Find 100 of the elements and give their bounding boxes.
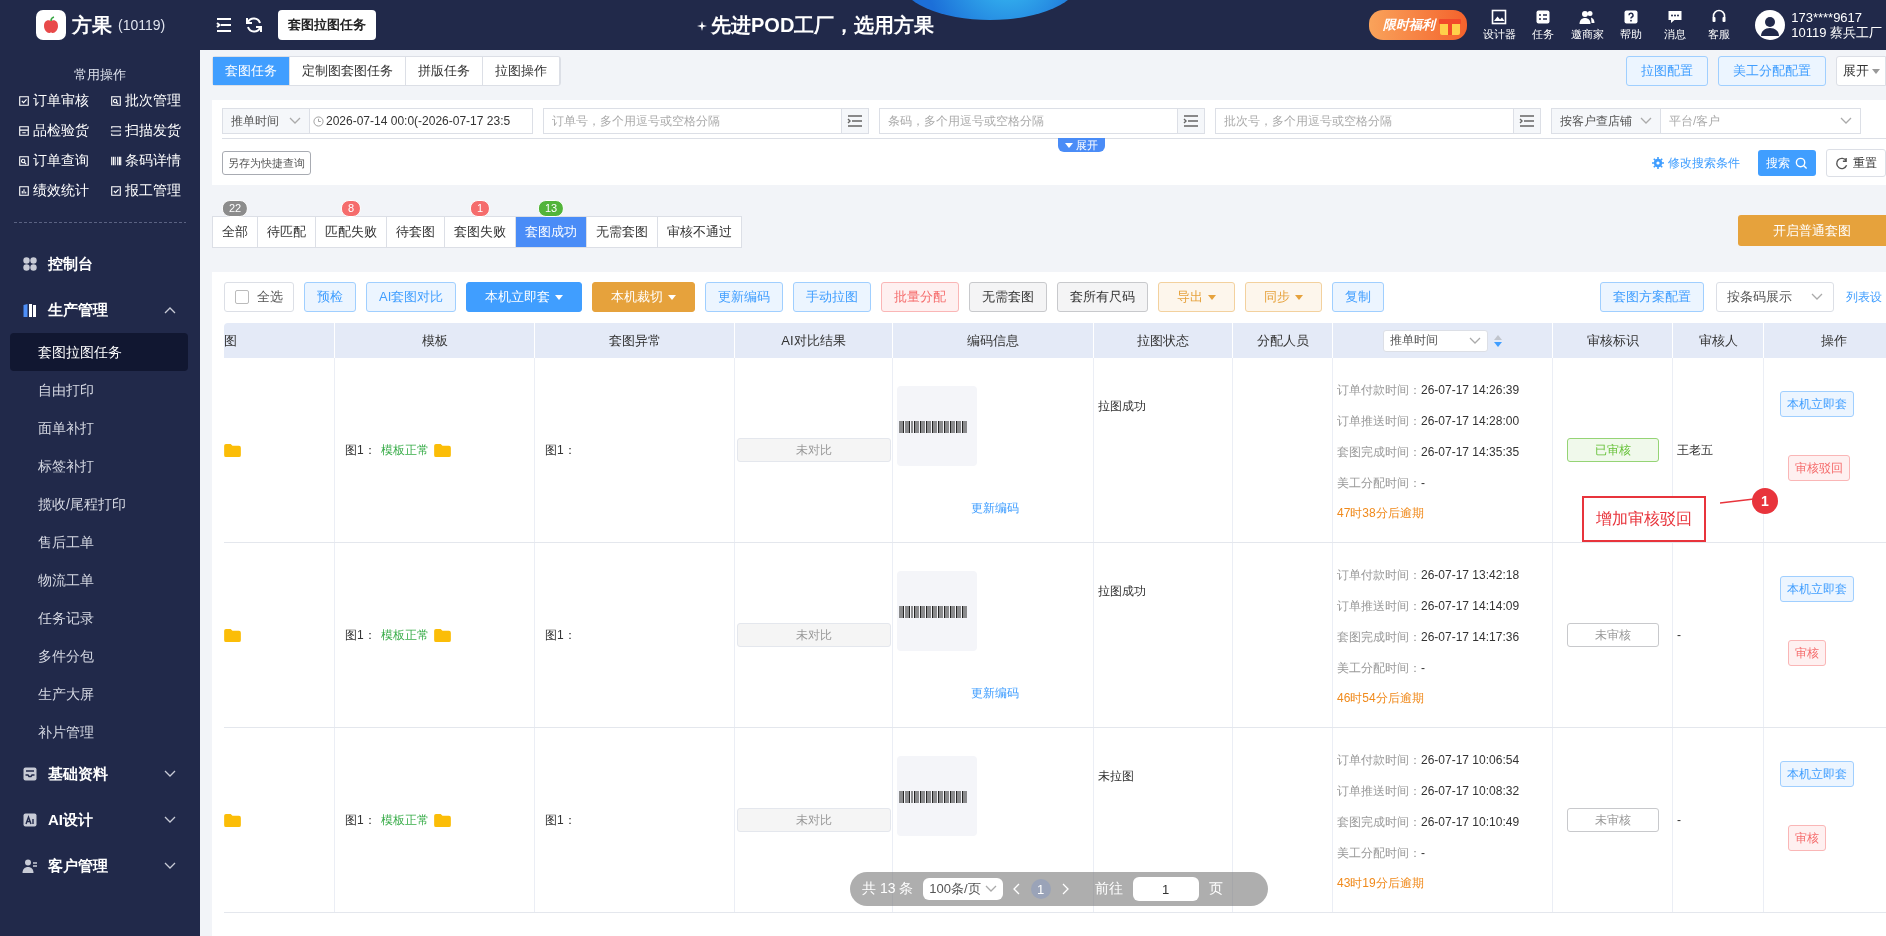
- menu-icon[interactable]: [214, 15, 234, 35]
- view-tab[interactable]: 拉图操作: [483, 57, 560, 85]
- folder-icon[interactable]: [433, 628, 451, 642]
- sparkle-icon: [697, 20, 707, 31]
- caret-icon: [668, 294, 677, 300]
- submenu-item[interactable]: 标签补打: [10, 447, 188, 485]
- folder-icon[interactable]: [224, 813, 241, 827]
- goto-page-field[interactable]: 1: [1132, 877, 1199, 901]
- help-icon: [1623, 8, 1640, 25]
- ai-result-badge: 未对比: [736, 438, 891, 462]
- menu-item[interactable]: AI设计: [0, 797, 200, 843]
- view-tab[interactable]: 定制图套图任务: [290, 57, 406, 85]
- barcode-icon: [110, 155, 122, 167]
- status-tab[interactable]: 全部: [213, 217, 257, 247]
- page-tab[interactable]: 套图拉图任务: [278, 10, 376, 40]
- submenu-item[interactable]: 套图拉图任务: [10, 333, 188, 371]
- count-badge: 13: [537, 200, 565, 217]
- apple-logo-icon: [36, 10, 66, 40]
- submenu-item[interactable]: 生产大屏: [10, 675, 188, 713]
- column-header: 模板: [421, 331, 448, 350]
- submenu-item[interactable]: 面单补打: [10, 409, 188, 447]
- save-query-button[interactable]: 另存为快捷查询: [222, 151, 311, 175]
- anomaly-text: 图1：: [545, 441, 576, 459]
- status-tab[interactable]: 套图失败: [445, 217, 515, 247]
- submenu-item[interactable]: 多件分包: [10, 637, 188, 675]
- menu-item[interactable]: 生产管理: [0, 287, 200, 333]
- quick-action[interactable]: 条码详情: [110, 152, 200, 170]
- caret-icon: [1065, 142, 1073, 148]
- checkbox-icon[interactable]: [235, 290, 249, 304]
- nav-item[interactable]: 客服: [1698, 8, 1741, 42]
- list-button[interactable]: [841, 108, 869, 134]
- column-header: 审核标识: [1586, 331, 1639, 350]
- submenu-item[interactable]: 物流工单: [10, 561, 188, 599]
- user-organization: 10119 蔡兵工厂: [1791, 25, 1882, 40]
- page-size-select[interactable]: 100条/页: [923, 878, 1003, 900]
- quick-action[interactable]: 报工管理: [110, 182, 200, 200]
- quick-action[interactable]: 订单审核: [18, 92, 110, 110]
- reviewer-name: 王老五: [1677, 441, 1713, 459]
- expand-dropdown[interactable]: 展开: [1836, 56, 1886, 86]
- select-all-checkbox[interactable]: 全选: [224, 282, 294, 312]
- search-field[interactable]: 条码，多个用逗号或空格分隔: [879, 108, 1177, 134]
- quick-action[interactable]: 绩效统计: [18, 182, 110, 200]
- list-button[interactable]: [1177, 108, 1205, 134]
- status-tab[interactable]: 无需套图: [587, 217, 657, 247]
- list-icon[interactable]: [1183, 114, 1199, 128]
- status-tab[interactable]: 待套图: [387, 217, 444, 247]
- sort-time-select[interactable]: 推单时间: [1383, 329, 1488, 352]
- menu-item[interactable]: 客户管理: [0, 843, 200, 889]
- nav-item[interactable]: 设计器: [1478, 8, 1521, 42]
- submenu-item[interactable]: 补片管理: [10, 713, 188, 751]
- list-icon[interactable]: [1519, 114, 1535, 128]
- submenu-item[interactable]: 自由打印: [10, 371, 188, 409]
- menu-item[interactable]: 基础资料: [0, 751, 200, 797]
- nav-item[interactable]: 帮助: [1610, 8, 1653, 42]
- toolbar-button[interactable]: 无需套图: [969, 282, 1048, 312]
- nav-item[interactable]: 邀商家: [1566, 8, 1609, 42]
- time-value: 26-07-17 14:14:09: [1421, 597, 1520, 614]
- time-label: 订单推送时间：: [1337, 597, 1421, 614]
- status-tab[interactable]: 匹配失败: [316, 217, 386, 247]
- list-icon[interactable]: [847, 114, 863, 128]
- time-label: 套图完成时间：: [1337, 628, 1421, 645]
- folder-icon[interactable]: [433, 443, 451, 457]
- grid-icon: [22, 256, 38, 272]
- submenu-item[interactable]: 揽收/尾程打印: [10, 485, 188, 523]
- quick-action[interactable]: 批次管理: [110, 92, 200, 110]
- date-range-field[interactable]: 2026-07-14 00:0(-2026-07-17 23:5: [310, 108, 533, 134]
- status-tab[interactable]: 审核不通过: [658, 217, 741, 247]
- submenu-item[interactable]: 任务记录: [10, 599, 188, 637]
- search-field[interactable]: 批次号，多个用逗号或空格分隔: [1215, 108, 1513, 134]
- quick-action[interactable]: 扫描发货: [110, 122, 200, 140]
- folder-icon[interactable]: [224, 443, 241, 457]
- view-tab[interactable]: 拼版任务: [406, 57, 483, 85]
- status-tab[interactable]: 待匹配: [258, 217, 315, 247]
- nav-item[interactable]: 消息: [1654, 8, 1697, 42]
- quick-action[interactable]: 订单查询: [18, 152, 110, 170]
- refresh-icon[interactable]: [244, 15, 264, 35]
- submenu-item[interactable]: 售后工单: [10, 523, 188, 561]
- menu-item[interactable]: 控制台: [0, 241, 200, 287]
- column-header: 图: [224, 331, 237, 350]
- nav-item[interactable]: 任务: [1522, 8, 1565, 42]
- sort-icon[interactable]: [1494, 334, 1502, 347]
- time-label: 套图完成时间：: [1337, 443, 1421, 460]
- time-type-select[interactable]: 推单时间: [222, 108, 310, 134]
- shop-select[interactable]: 按客户查店铺: [1551, 108, 1661, 134]
- list-button[interactable]: [1513, 108, 1541, 134]
- caret-icon: [1208, 294, 1217, 300]
- section-title: 常用操作: [73, 66, 127, 84]
- chevron-icon: [1811, 293, 1823, 301]
- display-select[interactable]: 按条码展示: [1716, 282, 1834, 312]
- quick-action[interactable]: 品检验货: [18, 122, 110, 140]
- search-field[interactable]: 订单号，多个用逗号或空格分隔: [543, 108, 841, 134]
- next-page-icon[interactable]: [1060, 883, 1069, 895]
- folder-icon[interactable]: [433, 813, 451, 827]
- time-value: 26-07-17 10:08:32: [1421, 782, 1520, 799]
- avatar-icon[interactable]: [1755, 10, 1786, 40]
- previous-page-icon[interactable]: [1012, 883, 1021, 895]
- scan-icon: [110, 125, 122, 137]
- toolbar-button[interactable]: 套所有尺码: [1057, 282, 1149, 312]
- folder-icon[interactable]: [224, 628, 241, 642]
- reset-button[interactable]: 重置: [1826, 149, 1886, 177]
